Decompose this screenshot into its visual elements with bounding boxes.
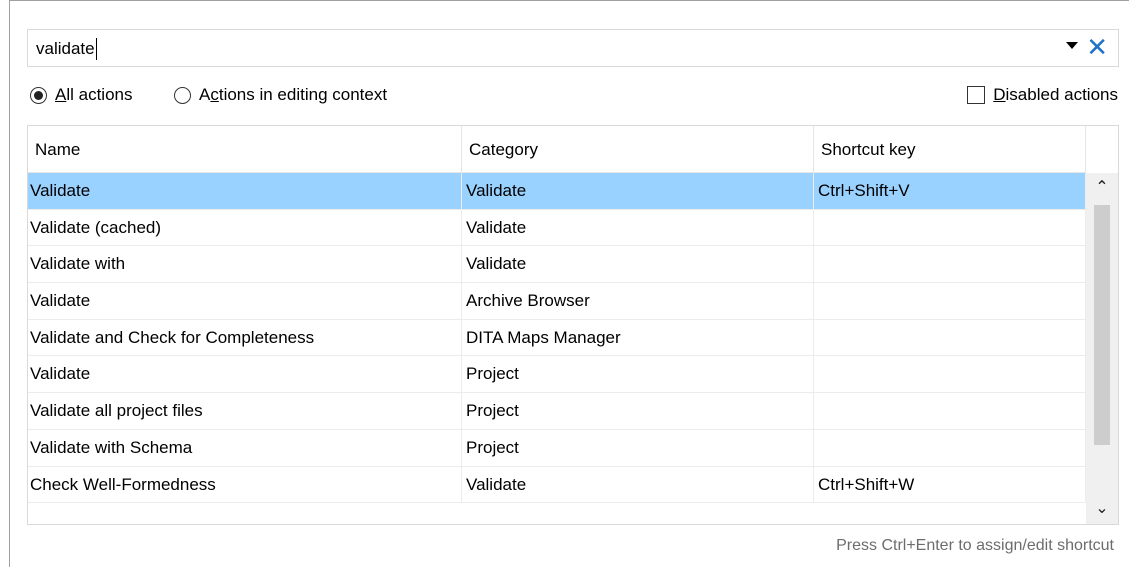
cell-name: Validate with xyxy=(28,246,462,283)
disabled-actions-checkbox[interactable]: Disabled actions xyxy=(967,85,1118,105)
cell-name: Validate xyxy=(28,173,462,209)
column-header-category[interactable]: Category xyxy=(462,126,814,173)
shortcut-hint: Press Ctrl+Enter to assign/edit shortcut xyxy=(836,537,1114,554)
scrollbar-thumb[interactable] xyxy=(1094,205,1110,445)
cell-shortcut xyxy=(814,356,1086,393)
cell-category: Project xyxy=(462,429,814,466)
cell-shortcut: Ctrl+Shift+V xyxy=(814,173,1086,209)
cell-shortcut xyxy=(814,393,1086,429)
cell-category: DITA Maps Manager xyxy=(462,319,814,356)
chevron-down-icon[interactable]: ⌄ xyxy=(1086,494,1118,524)
cell-category: Project xyxy=(462,356,814,393)
filter-options: All actions Actions in editing context D… xyxy=(30,83,1118,109)
search-input-text[interactable]: validate xyxy=(36,39,95,59)
radio-selected-icon xyxy=(30,86,47,104)
cell-name: Validate and Check for Completeness xyxy=(28,319,462,356)
text-caret xyxy=(95,38,97,60)
cell-shortcut xyxy=(814,246,1086,283)
cell-shortcut xyxy=(814,429,1086,466)
chevron-up-icon[interactable]: ⌃ xyxy=(1086,173,1118,203)
editing-context-radio[interactable]: Actions in editing context xyxy=(174,85,387,105)
all-actions-label: All actions xyxy=(55,85,133,104)
cell-name: Validate with Schema xyxy=(28,429,462,466)
table-row[interactable]: Validate with Schema Project xyxy=(28,429,1086,467)
table-row[interactable]: Validate Archive Browser xyxy=(28,283,1086,320)
cell-category: Validate xyxy=(462,173,814,209)
table-row[interactable]: Validate (cached) Validate xyxy=(28,209,1086,247)
cell-category: Validate xyxy=(462,466,814,503)
cell-name: Check Well-Formedness xyxy=(28,466,462,503)
cell-category: Archive Browser xyxy=(462,283,814,319)
cell-shortcut xyxy=(814,209,1086,246)
table-row[interactable]: Check Well-Formedness Validate Ctrl+Shif… xyxy=(28,466,1086,504)
table-row[interactable]: Validate and Check for Completeness DITA… xyxy=(28,319,1086,357)
cell-category: Validate xyxy=(462,246,814,283)
cell-shortcut xyxy=(814,319,1086,356)
cell-name: Validate all project files xyxy=(28,393,462,429)
table-row[interactable]: Validate Validate Ctrl+Shift+V xyxy=(28,173,1086,210)
table-row[interactable]: Validate all project files Project xyxy=(28,393,1086,430)
table-body: Validate Validate Ctrl+Shift+V Validate … xyxy=(28,173,1086,504)
cell-shortcut xyxy=(814,283,1086,319)
checkbox-icon xyxy=(967,86,986,104)
all-actions-radio[interactable]: All actions xyxy=(30,85,132,105)
disabled-actions-label: Disabled actions xyxy=(993,85,1118,104)
radio-unselected-icon xyxy=(174,86,191,104)
clear-icon[interactable]: ✕ xyxy=(1086,32,1108,62)
column-header-shortcut[interactable]: Shortcut key xyxy=(814,126,1086,173)
cell-category: Validate xyxy=(462,209,814,246)
editing-context-label: Actions in editing context xyxy=(199,85,388,104)
cell-name: Validate xyxy=(28,356,462,393)
table-header: Name Category Shortcut key xyxy=(28,126,1086,173)
table-row[interactable]: Validate with Validate xyxy=(28,246,1086,284)
cell-name: Validate xyxy=(28,283,462,319)
dropdown-arrow-icon[interactable] xyxy=(1066,42,1078,49)
column-header-name[interactable]: Name xyxy=(28,126,462,173)
cell-category: Project xyxy=(462,393,814,429)
vertical-scrollbar[interactable]: ⌃ ⌄ xyxy=(1086,173,1118,524)
table-row[interactable]: Validate Project xyxy=(28,356,1086,394)
actions-table: Name Category Shortcut key Validate Vali… xyxy=(27,125,1119,525)
search-field[interactable]: validate ✕ xyxy=(27,29,1119,67)
cell-shortcut: Ctrl+Shift+W xyxy=(814,466,1086,503)
cell-name: Validate (cached) xyxy=(28,209,462,246)
